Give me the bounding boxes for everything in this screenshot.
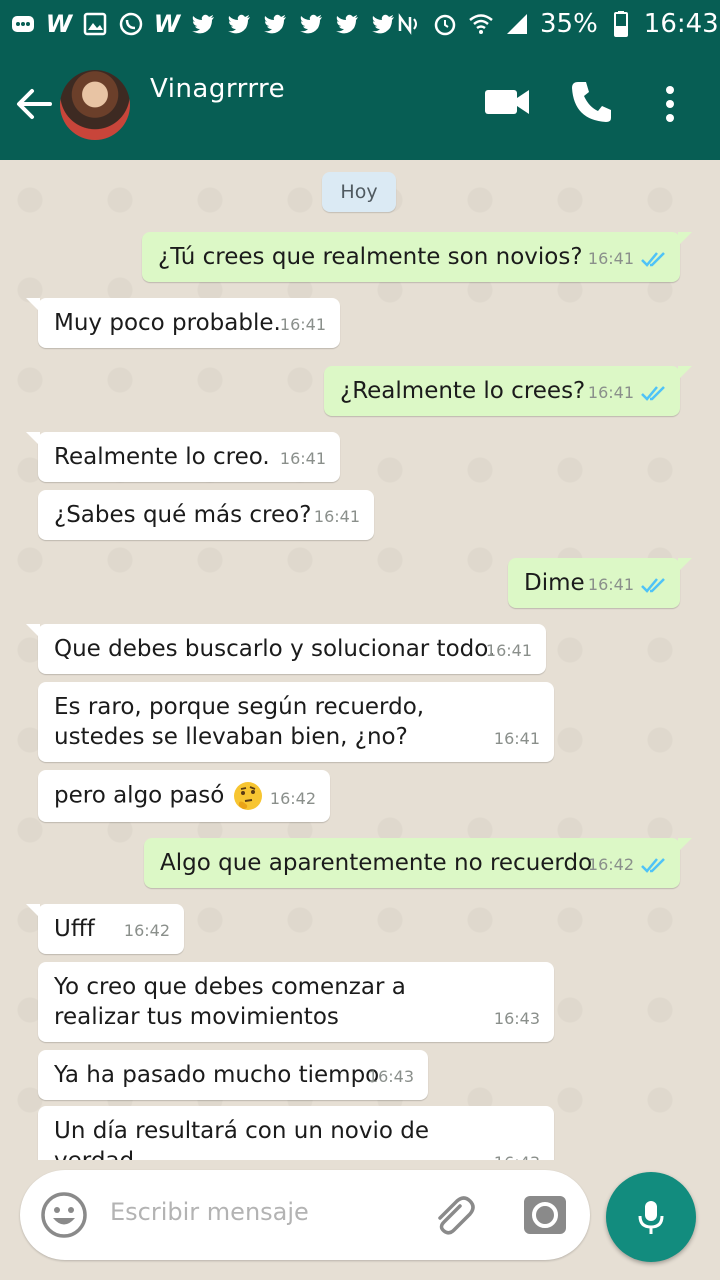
message-meta: 16:41 [588,378,668,408]
message-bubble-incoming[interactable]: ¿Sabes qué más creo? 16:41 [38,490,374,540]
message-time: 16:43 [493,1009,540,1028]
message-text: Yo creo que debes comenzar a realizar tu… [54,974,406,1030]
message-bubble-incoming[interactable]: Yo creo que debes comenzar a realizar tu… [38,962,554,1042]
date-chip: Hoy [322,172,396,212]
message-text: Algo que aparentemente no recuerdo [160,850,593,876]
message-bubble-incoming[interactable]: Realmente lo creo. 16:41 [26,432,340,482]
message-meta: 16:43 [494,1004,540,1034]
camera-icon[interactable] [522,1192,568,1238]
message-meta: 16:41 [486,636,532,666]
message-time: 16:41 [485,641,532,660]
message-time: 16:42 [587,855,634,874]
attachment-icon[interactable] [430,1192,476,1238]
message-bubble-outgoing[interactable]: ¿Tú crees que realmente son novios? 16:4… [142,232,692,282]
message-time: 16:41 [587,249,634,268]
message-bubble-incoming[interactable]: Es raro, porque según recuerdo, ustedes … [38,682,554,762]
microphone-icon [638,1201,664,1234]
battery-icon [608,11,634,37]
w-icon: W [45,10,73,38]
status-bar: W W 35% 16:43 [0,0,720,48]
twitter-icon [298,11,324,37]
message-composer: Escribir mensaje [20,1170,590,1260]
message-text: ¿Realmente lo crees? [340,378,586,404]
twitter-icon [334,11,360,37]
message-meta: 16:42 [124,916,170,946]
video-call-icon[interactable] [484,84,530,120]
message-bubble-incoming[interactable]: Muy poco probable. 16:41 [26,298,340,348]
thinking-face-icon [233,782,262,810]
message-time: 16:43 [367,1067,414,1086]
message-time: 16:41 [279,449,326,468]
w-icon: W [153,10,181,38]
notification-icons: W W [10,10,396,38]
message-text: ¿Tú crees que realmente son novios? [158,244,583,270]
message-meta: 16:41 [314,502,360,532]
message-meta: 16:42 [588,850,668,880]
message-meta: 16:41 [588,570,668,600]
back-arrow-icon[interactable] [14,86,54,122]
message-time: 16:42 [123,921,170,940]
message-bubble-outgoing[interactable]: ¿Realmente lo crees? 16:41 [324,366,692,416]
message-text: Un día resultará con un novio de verdad [54,1118,429,1160]
message-list[interactable]: Hoy ¿Tú crees que realmente son novios? … [0,160,720,1160]
message-bubble-outgoing[interactable]: Dime 16:41 [508,558,692,608]
message-text: Que debes buscarlo y solucionar todo. [54,636,496,662]
twitter-icon [262,11,288,37]
message-meta: 16:43 [368,1062,414,1092]
message-input[interactable]: Escribir mensaje [110,1198,309,1226]
wifi-icon [468,11,494,37]
message-bubble-outgoing[interactable]: Algo que aparentemente no recuerdo 16:42 [144,838,692,888]
alarm-icon [432,11,458,37]
double-check-icon [641,578,665,593]
message-text: Ya ha pasado mucho tiempo [54,1062,380,1088]
message-bubble-incoming[interactable]: Ya ha pasado mucho tiempo 16:43 [38,1050,428,1100]
message-text: Realmente lo creo. [54,444,270,470]
message-text: Ufff [54,916,95,942]
twitter-icon [226,11,252,37]
message-bubble-incoming[interactable]: pero algo pasó 16:42 [38,770,330,822]
signal-icon [504,11,530,37]
message-time: 16:41 [587,575,634,594]
message-meta: 16:41 [280,310,326,340]
message-bubble-incoming[interactable]: Que debes buscarlo y solucionar todo. 16… [26,624,546,674]
twitter-icon [370,11,396,37]
message-time: 16:43 [494,1148,540,1160]
message-text: Muy poco probable. [54,310,281,336]
battery-percent: 35% [540,9,598,39]
twitter-icon [190,11,216,37]
contact-name[interactable]: Vinagrrrre [150,74,285,104]
message-meta: 16:41 [588,244,668,274]
message-text: ¿Sabes qué más creo? [54,502,312,528]
message-time: 16:41 [313,507,360,526]
double-check-icon [641,858,665,873]
chat-header: Vinagrrrre [0,48,720,160]
avatar[interactable] [60,70,130,140]
message-time: 16:41 [493,729,540,748]
message-meta: 16:42 [270,784,316,814]
clock: 16:43 [643,9,719,39]
nfc-icon [396,11,422,37]
message-bubble-incoming[interactable]: Ufff 16:42 [26,904,184,954]
message-time: 16:41 [279,315,326,334]
message-meta: 16:41 [494,724,540,754]
message-text: Es raro, porque según recuerdo, ustedes … [54,694,425,750]
double-check-icon [641,252,665,267]
emoji-icon[interactable] [40,1191,88,1239]
message-meta: 16:43 [494,1148,540,1160]
whatsapp-icon [118,11,144,37]
message-text: Dime [524,570,585,596]
message-time: 16:42 [269,789,316,808]
message-time: 16:41 [587,383,634,402]
phone-icon[interactable] [570,80,612,124]
message-bubble-incoming[interactable]: Un día resultará con un novio de verdad … [38,1106,554,1160]
message-text: pero algo pasó [54,782,225,809]
system-status: 35% 16:43 [396,9,719,39]
message-meta: 16:41 [280,444,326,474]
double-check-icon [641,386,665,401]
chat-icon [10,11,36,37]
microphone-button[interactable] [606,1172,696,1262]
more-options-icon[interactable] [658,84,682,124]
gallery-icon [82,11,108,37]
